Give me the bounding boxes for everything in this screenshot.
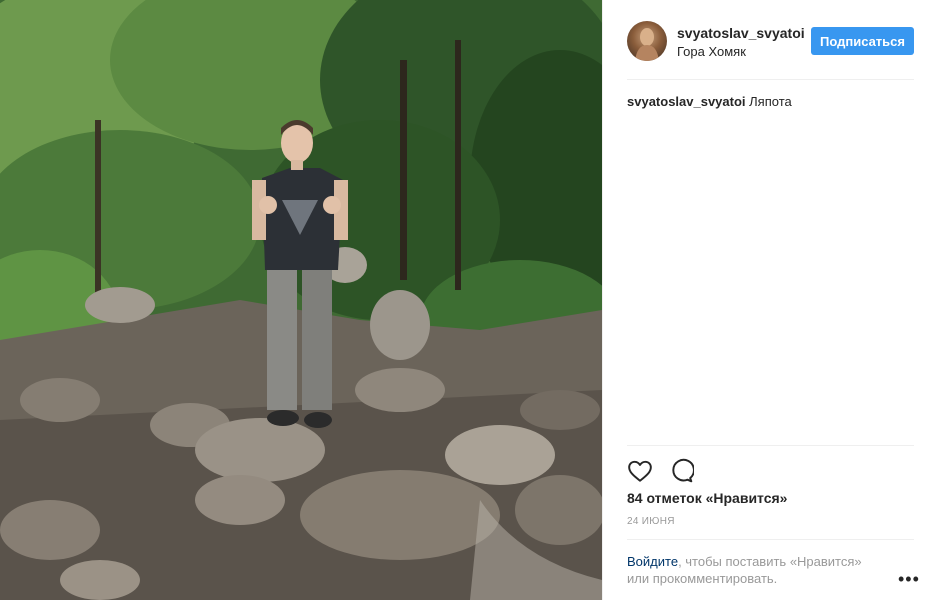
caption-text: Ляпота: [745, 94, 792, 109]
caption-username[interactable]: svyatoslav_svyatoi: [627, 94, 746, 109]
login-link[interactable]: Войдите: [627, 554, 678, 569]
avatar[interactable]: [627, 21, 667, 61]
post-date: 24 ИЮНЯ: [627, 516, 675, 527]
follow-button[interactable]: Подписаться: [811, 27, 914, 55]
like-icon[interactable]: [627, 458, 653, 484]
location-link[interactable]: Гора Хомяк: [677, 44, 746, 59]
login-prompt-text: Войдите, чтобы поставить «Нравится» или …: [627, 553, 887, 587]
post-sidebar: svyatoslav_svyatoi Гора Хомяк Подписатьс…: [602, 0, 931, 600]
post-header: svyatoslav_svyatoi Гора Хомяк Подписатьс…: [627, 16, 914, 80]
likes-count[interactable]: 84 отметок «Нравится»: [627, 490, 787, 506]
login-prompt: Войдите, чтобы поставить «Нравится» или …: [627, 539, 919, 600]
comment-icon[interactable]: [668, 458, 695, 484]
more-options-icon[interactable]: •••: [898, 570, 920, 588]
avatar-image: [635, 28, 659, 61]
post-photo[interactable]: [0, 0, 602, 600]
username-link[interactable]: svyatoslav_svyatoi: [677, 25, 805, 41]
photo-image: [0, 0, 602, 600]
caption: svyatoslav_svyatoi Ляпота: [627, 94, 792, 109]
post-actions: 84 отметок «Нравится» 24 ИЮНЯ Войдите, ч…: [627, 445, 919, 600]
